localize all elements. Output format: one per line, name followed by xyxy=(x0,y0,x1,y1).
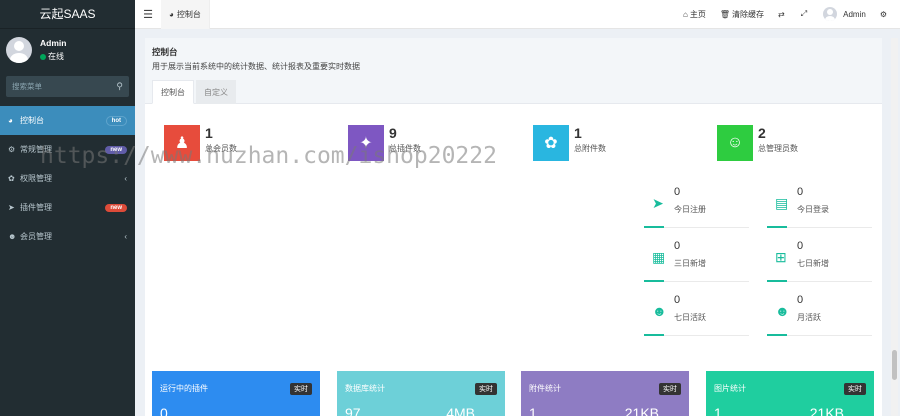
hot-badge: hot xyxy=(105,115,127,126)
fullscreen-button[interactable]: ⤢ xyxy=(794,9,816,19)
rocket-icon: ➤ xyxy=(652,195,664,211)
card-database-stats: 数据库统计 实时 97 4MB xyxy=(337,371,505,416)
avatar xyxy=(6,37,32,63)
language-icon: ⇄ xyxy=(778,9,785,19)
tab-dashboard-panel[interactable]: 控制台 xyxy=(152,80,194,104)
settings-button[interactable]: ⚙ xyxy=(873,10,896,19)
mini-three-day-new: ▦ 0 三日新增 xyxy=(644,238,749,282)
mini-month-active: ☻ 0 月活跃 xyxy=(767,292,872,336)
sidebar-item-general[interactable]: ⚙ 常规管理 new xyxy=(0,135,135,164)
mini-today-register: ➤ 0 今日注册 xyxy=(644,184,749,228)
card-running-plugins: 运行中的插件 实时 0 xyxy=(152,371,320,416)
user-panel: Admin 在线 xyxy=(0,31,135,69)
dashboard-icon: ◕ xyxy=(169,9,174,19)
chevron-left-icon: ‹ xyxy=(124,174,127,183)
user-circle-icon: ☻ xyxy=(652,303,667,319)
search-input[interactable]: 搜索菜单 xyxy=(12,81,116,92)
sidebar-item-dashboard[interactable]: ◕ 控制台 hot xyxy=(0,106,135,135)
scrollbar-thumb[interactable] xyxy=(892,350,897,380)
tab-dashboard[interactable]: ◕ 控制台 xyxy=(161,0,210,29)
clear-cache-button[interactable]: 🗑 清除缓存 xyxy=(713,9,771,20)
page-title: 控制台 xyxy=(152,47,178,57)
menu-toggle-icon[interactable]: ☰ xyxy=(135,8,161,21)
stat-members: ♟ 1 总会员数 xyxy=(164,125,237,161)
main-content: 控制台 用于展示当前系统中的统计数据、统计报表及重要实时数据 控制台 自定义 ♟… xyxy=(145,38,882,416)
new-badge: new xyxy=(105,203,127,212)
avatar xyxy=(823,7,838,21)
translate-button[interactable]: ⇄ xyxy=(771,10,794,19)
user-status: 在线 xyxy=(40,51,66,62)
tab-custom[interactable]: 自定义 xyxy=(196,80,236,104)
stat-plugins: ✦ 9 总插件数 xyxy=(348,125,421,161)
stat-attachments: ✿ 1 总附件数 xyxy=(533,125,606,161)
new-badge: new xyxy=(105,145,127,154)
user-name: Admin xyxy=(40,38,67,48)
top-navbar: ☰ ◕ 控制台 ⌂ 主页 🗑 清除缓存 ⇄ ⤢ Admin ⚙ xyxy=(135,0,900,29)
mini-seven-day-active: ☻ 0 七日活跃 xyxy=(644,292,749,336)
mini-seven-day-new: ⊞ 0 七日新增 xyxy=(767,238,872,282)
leaf-icon: ✿ xyxy=(8,174,15,183)
fullscreen-icon: ⤢ xyxy=(800,9,808,18)
online-dot-icon xyxy=(40,53,46,60)
mini-today-login: ▤ 0 今日登录 xyxy=(767,184,872,228)
gear-icon: ⚙ xyxy=(879,9,887,19)
leaf-icon: ✿ xyxy=(533,125,569,161)
user-menu[interactable]: Admin xyxy=(816,7,873,21)
home-link[interactable]: ⌂ 主页 xyxy=(676,9,713,20)
calendar-plus-icon: ⊞ xyxy=(775,249,787,265)
home-icon: ⌂ xyxy=(683,9,688,19)
dashboard-icon: ◕ xyxy=(8,116,13,125)
card-image-stats: 图片统计 实时 1 21KB xyxy=(706,371,874,416)
page-description: 用于展示当前系统中的统计数据、统计报表及重要实时数据 xyxy=(152,62,360,71)
sidebar-item-permission[interactable]: ✿ 权限管理 ‹ xyxy=(0,164,135,193)
calendar-icon: ▦ xyxy=(652,249,666,265)
stat-admins: ☺ 2 总管理员数 xyxy=(717,125,798,161)
trash-icon: 🗑 xyxy=(719,9,731,19)
sidebar-item-plugins[interactable]: ➤ 插件管理 new xyxy=(0,193,135,222)
magic-icon: ✦ xyxy=(348,125,384,161)
chevron-left-icon: ‹ xyxy=(124,232,127,241)
panel-header: 控制台 用于展示当前系统中的统计数据、统计报表及重要实时数据 控制台 自定义 xyxy=(145,38,882,104)
app-logo[interactable]: 云起SAAS xyxy=(0,0,135,29)
sidebar-search[interactable]: 搜索菜单 ⚲ xyxy=(6,76,129,97)
vcard-icon: ▤ xyxy=(775,195,789,211)
rocket-icon: ➤ xyxy=(8,203,15,212)
sidebar-menu: ◕ 控制台 hot ⚙ 常规管理 new ✿ 权限管理 ‹ ➤ 插件管理 new… xyxy=(0,106,135,251)
sidebar-item-members[interactable]: ☻ 会员管理 ‹ xyxy=(0,222,135,251)
search-icon[interactable]: ⚲ xyxy=(116,81,123,92)
users-icon: ♟ xyxy=(164,125,200,161)
user-circle-icon: ☻ xyxy=(8,232,17,241)
user-circle-icon: ☻ xyxy=(775,303,790,319)
cogs-icon: ⚙ xyxy=(8,145,16,154)
sidebar: 云起SAAS Admin 在线 搜索菜单 ⚲ ◕ 控制台 hot ⚙ 常规管理 … xyxy=(0,0,135,416)
user-icon: ☺ xyxy=(717,125,753,161)
scrollbar[interactable] xyxy=(891,38,898,416)
card-attachment-stats: 附件统计 实时 1 21KB xyxy=(521,371,689,416)
